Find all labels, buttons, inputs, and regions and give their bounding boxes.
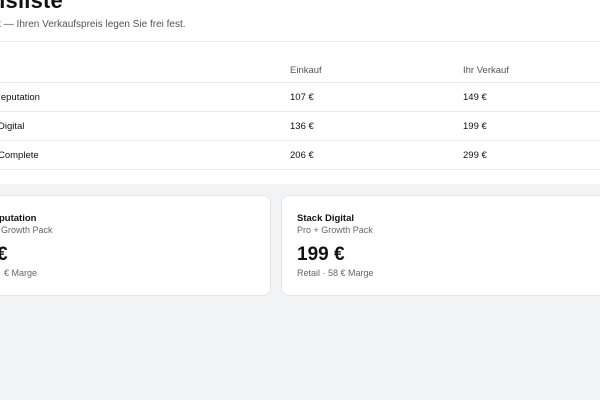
row-name: Digital <box>0 121 25 132</box>
row-einkauf: 107 € <box>290 92 314 103</box>
divider <box>0 140 600 141</box>
card-price: 199 € <box>297 244 345 265</box>
card-meta: Retail · 58 € Marge <box>297 268 374 278</box>
price-list-panel: reisliste k — Ihren Verkaufspreis legen … <box>0 0 600 184</box>
row-name: Complete <box>0 150 39 161</box>
row-verkauf: 149 € <box>463 92 487 103</box>
row-verkauf: 299 € <box>463 150 487 161</box>
row-einkauf: 206 € <box>290 150 314 161</box>
card-price: € <box>0 244 8 265</box>
package-card-stack-digital[interactable]: Stack Digital Pro + Growth Pack 199 € Re… <box>281 195 600 296</box>
card-title: putation <box>0 213 37 224</box>
card-subtitle: Pro + Growth Pack <box>297 225 373 235</box>
column-header-einkauf: Einkauf <box>290 65 322 76</box>
card-meta: € Marge <box>4 268 38 278</box>
card-title: Stack Digital <box>297 213 355 224</box>
column-header-verkauf: Ihr Verkauf <box>463 65 509 76</box>
row-name: Reputation <box>0 92 40 103</box>
divider <box>0 169 600 170</box>
row-verkauf: 199 € <box>463 121 487 132</box>
divider <box>0 82 600 83</box>
row-einkauf: 136 € <box>290 121 314 132</box>
page-subtitle: k — Ihren Verkaufspreis legen Sie frei f… <box>0 19 186 30</box>
divider <box>0 111 600 112</box>
card-subtitle: Growth Pack <box>1 225 53 235</box>
page-title: reisliste <box>0 0 63 13</box>
package-card-reputation[interactable]: putation Growth Pack € € Marge <box>0 195 271 296</box>
divider <box>0 41 600 42</box>
